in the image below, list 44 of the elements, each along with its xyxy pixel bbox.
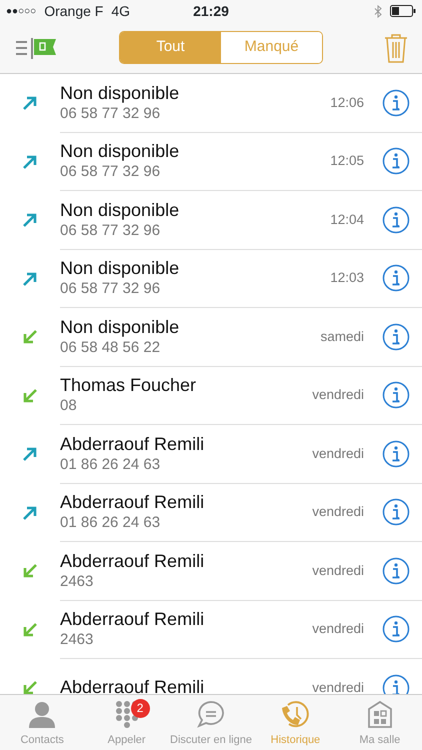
call-time: vendredi <box>312 620 364 638</box>
carrier-name: Orange F <box>44 2 104 21</box>
signal-dots: ●●○○○ <box>6 4 36 18</box>
phone-number: 06 58 48 56 22 <box>60 338 162 357</box>
phone-number: 06 58 77 32 96 <box>60 220 162 240</box>
contact-name: Abderraouf Remili <box>60 492 206 514</box>
phone-number: 08 <box>60 396 78 416</box>
phone-number: 06 58 77 32 96 <box>60 104 162 123</box>
status-time: 21:29 <box>192 2 230 20</box>
phone-number: 06 58 77 32 96 <box>60 279 162 298</box>
phone-number: 01 86 26 24 63 <box>60 513 162 532</box>
segment-tab[interactable]: Tout <box>120 32 221 63</box>
tab-bar-item[interactable]: Historique <box>253 695 338 750</box>
contact-name: Abderraouf Remili <box>60 677 206 694</box>
contact-name: Thomas Foucher <box>60 375 198 396</box>
call-time: samedi <box>320 328 364 346</box>
contact-name: Non disponible <box>60 316 180 338</box>
contact-name: Abderraouf Remili <box>60 434 206 455</box>
call-time: 12:04 <box>330 210 364 229</box>
contact-name: Non disponible <box>60 258 180 280</box>
call-time: 12:06 <box>330 94 364 112</box>
network-type: 4G <box>111 2 130 20</box>
notification-badge: 2 <box>130 699 150 718</box>
phone-number: 01 86 26 24 63 <box>60 454 162 474</box>
phone-number: 2463 <box>60 630 94 650</box>
contact-name: Non disponible <box>60 82 180 104</box>
contact-name: Non disponible <box>60 200 180 221</box>
phone-number: 2463 <box>60 572 94 591</box>
contact-name: Abderraouf Remili <box>60 609 206 630</box>
call-time: vendredi <box>312 678 364 694</box>
contact-name: Non disponible <box>60 141 180 162</box>
call-time: vendredi <box>312 562 364 580</box>
call-time: vendredi <box>312 444 364 463</box>
call-time: 12:03 <box>330 269 364 288</box>
tab-bar-item[interactable]: Ma salle <box>338 695 422 750</box>
segment-tab[interactable]: Manqué <box>221 32 322 63</box>
phone-number: 06 58 77 32 96 <box>60 162 162 182</box>
call-time: vendredi <box>312 503 364 522</box>
call-time: vendredi <box>312 386 364 404</box>
call-time: 12:05 <box>330 152 364 170</box>
tab-bar-item[interactable]: Appeler 2 <box>84 695 169 750</box>
contact-name: Abderraouf Remili <box>60 550 206 572</box>
tab-bar-item[interactable]: Discuter en ligne <box>168 695 254 750</box>
tab-bar-item[interactable]: Contacts <box>0 695 84 750</box>
